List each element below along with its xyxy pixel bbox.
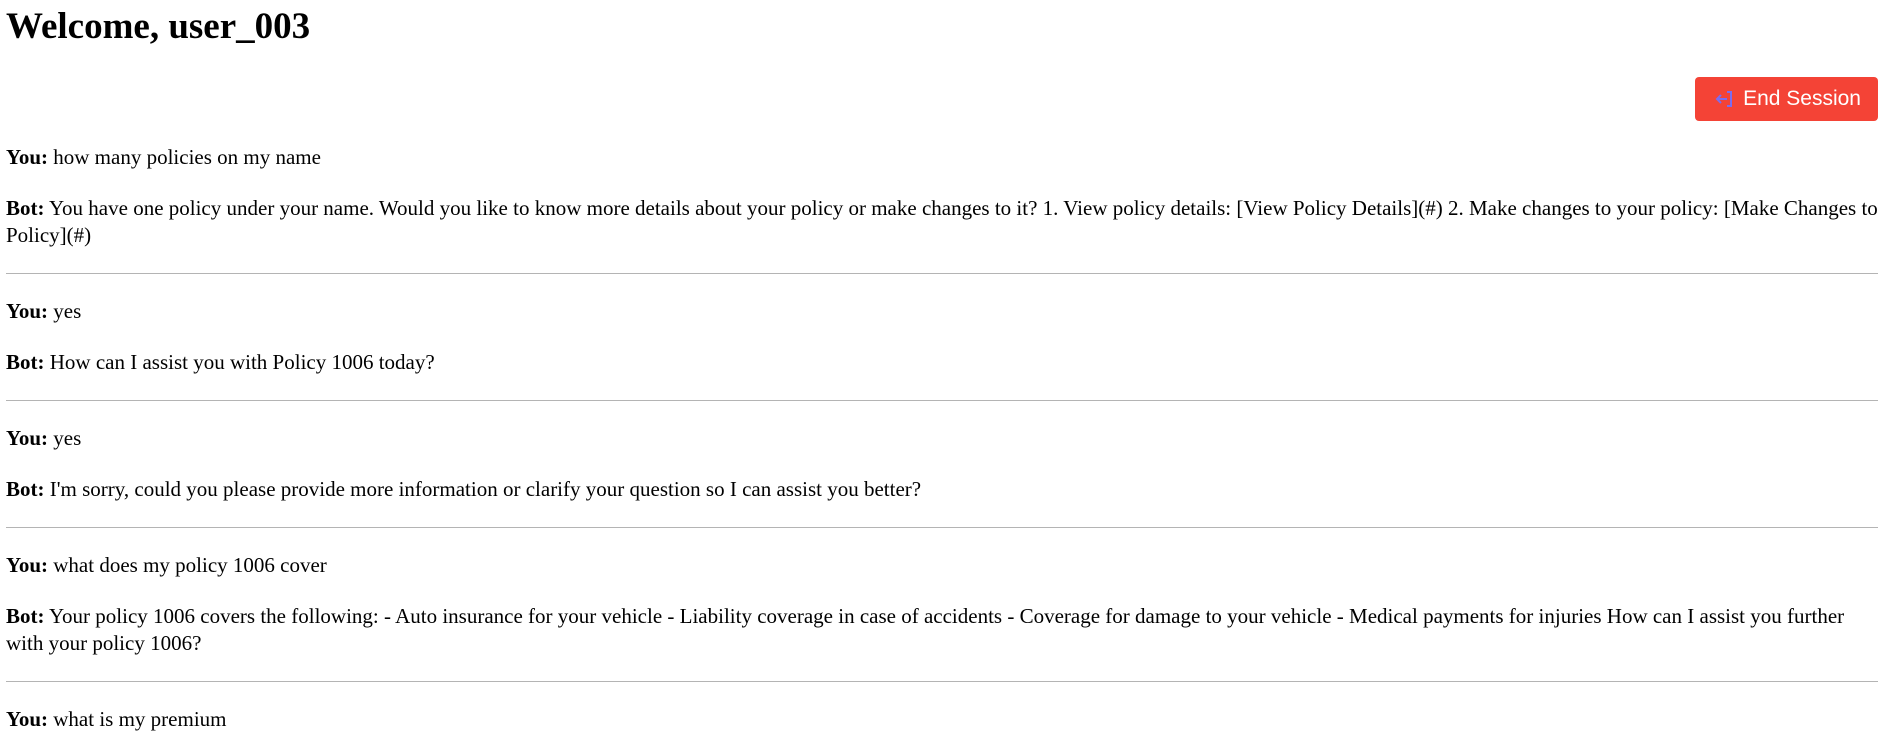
- you-label: You:: [6, 707, 49, 731]
- you-label: You:: [6, 426, 49, 450]
- user-message-text: yes: [53, 299, 82, 323]
- you-label: You:: [6, 145, 49, 169]
- bot-message: Bot: I'm sorry, could you please provide…: [6, 476, 1878, 503]
- bot-message-text: Your policy 1006 covers the following: -…: [6, 604, 1845, 655]
- exit-icon: [1715, 89, 1735, 109]
- bot-message-text: You have one policy under your name. Wou…: [6, 196, 1878, 247]
- bot-message: Bot: Your policy 1006 covers the followi…: [6, 603, 1878, 657]
- chat-exchange: You: yes Bot: I'm sorry, could you pleas…: [6, 425, 1878, 528]
- end-session-label: End Session: [1743, 87, 1861, 110]
- you-label: You:: [6, 553, 49, 577]
- user-message: You: how many policies on my name: [6, 144, 1878, 171]
- chat-history: You: how many policies on my name Bot: Y…: [6, 144, 1878, 731]
- chat-exchange: You: how many policies on my name Bot: Y…: [6, 144, 1878, 274]
- bot-message-text: I'm sorry, could you please provide more…: [49, 477, 922, 501]
- bot-label: Bot:: [6, 477, 45, 501]
- user-message: You: what does my policy 1006 cover: [6, 552, 1878, 579]
- user-message-text: how many policies on my name: [53, 145, 321, 169]
- user-message-text: what does my policy 1006 cover: [53, 553, 327, 577]
- bot-label: Bot:: [6, 196, 45, 220]
- chat-exchange: You: what does my policy 1006 cover Bot:…: [6, 552, 1878, 682]
- bot-label: Bot:: [6, 604, 45, 628]
- chat-page: Welcome, user_003 End Session You: how m…: [0, 0, 1878, 731]
- chat-exchange: You: what is my premium: [6, 706, 1878, 731]
- user-message: You: what is my premium: [6, 706, 1878, 731]
- user-message-text: what is my premium: [53, 707, 227, 731]
- end-session-button[interactable]: End Session: [1695, 77, 1878, 121]
- user-message-text: yes: [53, 426, 82, 450]
- chat-exchange: You: yes Bot: How can I assist you with …: [6, 298, 1878, 401]
- you-label: You:: [6, 299, 49, 323]
- bot-message-text: How can I assist you with Policy 1006 to…: [49, 350, 435, 374]
- bot-message: Bot: How can I assist you with Policy 10…: [6, 349, 1878, 376]
- user-message: You: yes: [6, 425, 1878, 452]
- page-title: Welcome, user_003: [6, 6, 311, 47]
- bot-label: Bot:: [6, 350, 45, 374]
- user-message: You: yes: [6, 298, 1878, 325]
- bot-message: Bot: You have one policy under your name…: [6, 195, 1878, 249]
